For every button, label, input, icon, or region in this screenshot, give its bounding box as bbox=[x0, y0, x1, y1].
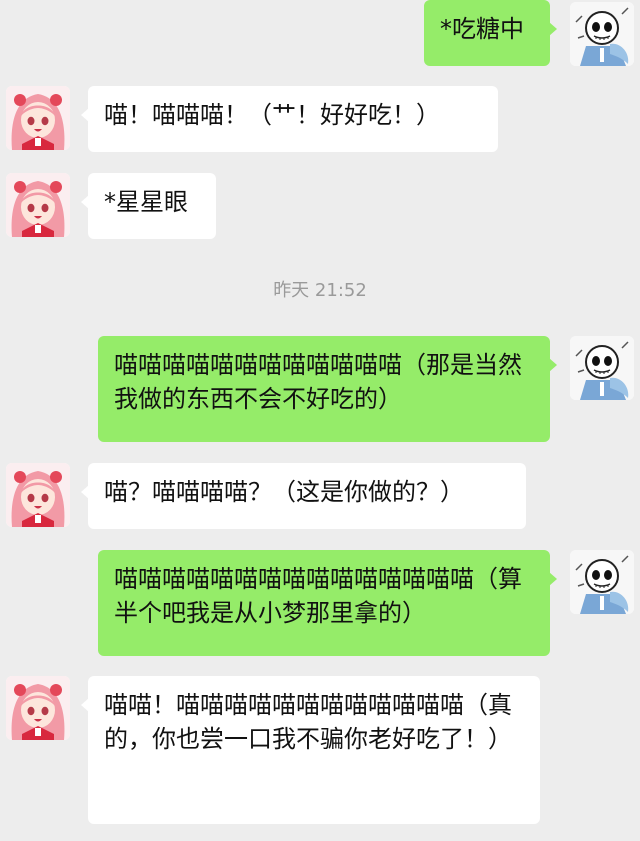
message-bubble[interactable]: 喵喵喵喵喵喵喵喵喵喵喵喵（那是当然我做的东西不会不好吃的） bbox=[98, 336, 557, 442]
timestamp: 昨天 21:52 bbox=[273, 280, 367, 301]
skeleton-avatar-icon[interactable] bbox=[570, 550, 634, 614]
message-bubble[interactable]: 喵？喵喵喵喵？（这是你做的？） bbox=[81, 463, 526, 529]
skeleton-avatar-icon[interactable] bbox=[570, 2, 634, 66]
girl-avatar-icon[interactable] bbox=[6, 86, 70, 150]
message-bubble[interactable]: 喵喵！喵喵喵喵喵喵喵喵喵喵喵喵（真的，你也尝一口我不骗你老好吃了！） bbox=[81, 676, 540, 824]
message-bubble[interactable]: *吃糖中 bbox=[424, 0, 557, 66]
chat-window: *吃糖中 喵！喵喵喵！（艹！好好吃！） *星星眼 昨天 21:52 喵喵喵喵喵喵… bbox=[0, 0, 640, 841]
girl-avatar-icon[interactable] bbox=[6, 463, 70, 527]
message-bubble[interactable]: 喵！喵喵喵！（艹！好好吃！） bbox=[81, 86, 498, 152]
skeleton-avatar-icon[interactable] bbox=[570, 336, 634, 400]
message-bubble[interactable]: 喵喵喵喵喵喵喵喵喵喵喵喵喵喵喵（算半个吧我是从小梦那里拿的） bbox=[98, 550, 557, 656]
message-bubble[interactable]: *星星眼 bbox=[81, 173, 216, 239]
girl-avatar-icon[interactable] bbox=[6, 173, 70, 237]
girl-avatar-icon[interactable] bbox=[6, 676, 70, 740]
